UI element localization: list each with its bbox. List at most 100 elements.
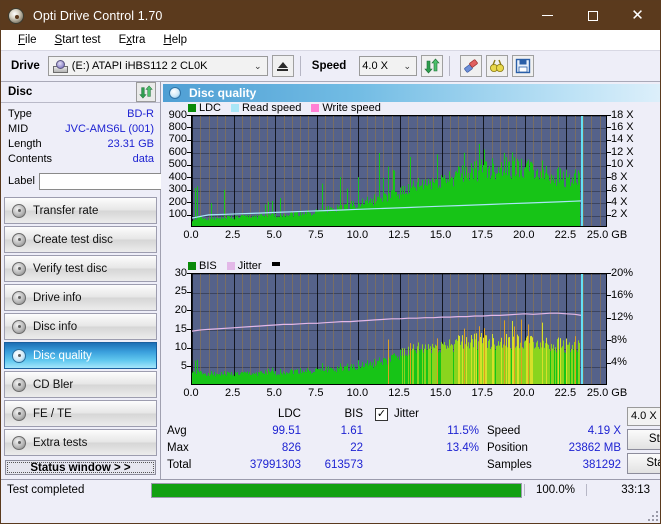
- y-tick-mark: [187, 151, 191, 153]
- disc-label-row: Label: [8, 171, 206, 191]
- disc-mid-label: MID: [8, 123, 29, 135]
- status-window-button[interactable]: Status window > >: [5, 460, 156, 475]
- y2-tick-label: 16 X: [611, 121, 634, 134]
- top-chart-legend: LDC Read speed Write speed: [161, 102, 660, 115]
- elapsed-time: 33:13: [586, 484, 660, 496]
- erase-button[interactable]: [460, 55, 483, 77]
- stats-table: LDC BIS Avg 99.51 1.61 Max 826 22 Total …: [167, 406, 367, 479]
- speed-select-value: 4.0 X: [362, 60, 388, 72]
- y2-tick-label: 12%: [611, 311, 634, 324]
- sidebar-item-extra-tests[interactable]: Extra tests: [4, 429, 157, 456]
- x-tick-label: 22.5: [554, 386, 577, 399]
- x-tick-label: 0.0: [183, 386, 199, 399]
- sidebar-item-verify-test-disc[interactable]: Verify test disc: [4, 255, 157, 282]
- series-layer: [192, 312, 582, 384]
- save-button[interactable]: [512, 55, 535, 77]
- disc-icon: [12, 348, 26, 363]
- legend-label: Jitter: [237, 260, 262, 273]
- disc-icon: [12, 290, 26, 305]
- sidebar-item-fe-te[interactable]: FE / TE: [4, 400, 157, 427]
- x-tick-label: 7.5: [308, 386, 324, 399]
- speed-row: Speed 4.19 X: [487, 406, 627, 440]
- speed-select[interactable]: 4.0 X ⌄: [359, 56, 418, 76]
- y2-tick-mark: [607, 294, 611, 296]
- legend-swatch: [311, 104, 320, 113]
- x-tick-label: 7.5: [308, 228, 324, 241]
- eject-button[interactable]: [271, 55, 294, 77]
- maximize-button[interactable]: [570, 1, 615, 30]
- disc-icon: [8, 7, 24, 24]
- series-layer: [192, 143, 582, 226]
- start-full-button[interactable]: Start full: [627, 428, 660, 450]
- menu-extra[interactable]: Extra: [110, 32, 155, 48]
- bottom-x-axis: 0.0 2.5 5.0 7.5 10.0 12.5 15.0 17.5 20.0 22.5 25.0…: [161, 387, 647, 402]
- sidebar-item-create-test-disc[interactable]: Create test disc: [4, 226, 157, 253]
- y2-tick-label: 6 X: [611, 183, 628, 196]
- refresh-icon: [139, 85, 153, 99]
- y2-tick-label: 8%: [611, 333, 627, 346]
- drive-icon: [52, 59, 68, 73]
- minimize-button[interactable]: [525, 1, 570, 30]
- sidebar-item-drive-info[interactable]: Drive info: [4, 284, 157, 311]
- toolbar-divider-1: [299, 56, 301, 76]
- y2-tick-label: 12 X: [611, 145, 634, 158]
- menu-start-test[interactable]: Start test: [46, 32, 110, 48]
- x-tick-label: 5.0: [266, 228, 282, 241]
- resize-grip[interactable]: [648, 511, 658, 521]
- start-part-button[interactable]: Start part: [627, 452, 660, 474]
- sidebar-item-transfer-rate[interactable]: Transfer rate: [4, 197, 157, 224]
- disc-section-header: Disc: [1, 82, 160, 103]
- x-tick-label: 12.5: [388, 228, 410, 241]
- legend-item-ldc: LDC: [188, 102, 221, 114]
- sidebar-item-disc-quality[interactable]: Disc quality: [4, 342, 157, 369]
- y-tick-label: 25: [174, 285, 187, 298]
- sidebar-item-disc-info[interactable]: Disc info: [4, 313, 157, 340]
- sidebar-item-label: Extra tests: [33, 436, 88, 449]
- y2-tick-mark: [607, 189, 611, 191]
- drive-label: Drive: [11, 60, 40, 72]
- y2-tick-mark: [607, 201, 611, 203]
- sidebar-item-label: Verify test disc: [33, 262, 108, 275]
- test-speed-value: 4.0 X: [631, 410, 657, 423]
- stats-header-bis: BIS: [344, 407, 363, 420]
- y-tick-mark: [187, 201, 191, 203]
- y-tick-mark: [187, 114, 191, 116]
- y-tick-mark: [187, 176, 191, 178]
- x-tick-label: 17.5: [471, 386, 493, 399]
- disc-icon: [12, 319, 26, 334]
- series-bis: [192, 319, 580, 384]
- y-tick-label: 700: [168, 133, 187, 146]
- x-tick-label: 17.5: [471, 228, 493, 241]
- close-button[interactable]: ✕: [615, 1, 660, 30]
- x-tick-label: 2.5: [224, 228, 241, 241]
- disc-section-title: Disc: [8, 86, 33, 98]
- jitter-checkbox[interactable]: ✓: [375, 407, 388, 421]
- status-bar: Test completed 100.0% 33:13: [1, 479, 660, 521]
- legend-swatch: [188, 104, 196, 113]
- sidebar-item-label: Disc quality: [33, 349, 92, 362]
- bottom-y-axis: 5 10 15 20 25 30: [161, 267, 187, 385]
- samples-row: Samples 381292: [487, 457, 627, 474]
- y2-tick-mark: [607, 272, 611, 274]
- disc-info-row: MID JVC-AMS6L (001): [8, 122, 154, 137]
- cursor-line: [581, 115, 583, 226]
- disc-icon: [12, 261, 26, 276]
- y-tick-mark: [187, 309, 191, 311]
- x-tick-label: 20.0: [513, 228, 535, 241]
- test-speed-select[interactable]: 4.0 X ⌄: [627, 406, 660, 426]
- sidebar-item-cd-bler[interactable]: CD Bler: [4, 371, 157, 398]
- save-disk-icon: [516, 58, 531, 74]
- menu-file[interactable]: File: [9, 32, 46, 48]
- y-tick-label: 200: [168, 195, 187, 208]
- disc-refresh-button[interactable]: [136, 82, 156, 102]
- progress-percent: 100.0%: [524, 484, 586, 496]
- window-controls: ✕: [525, 1, 660, 30]
- menu-bar: File Start test Extra Help: [1, 30, 660, 51]
- toolbar-divider-2: [449, 56, 451, 76]
- refresh-button[interactable]: [421, 55, 444, 77]
- menu-help[interactable]: Help: [154, 32, 196, 48]
- stats-label-avg: Avg: [167, 424, 187, 437]
- sidebar-item-label: CD Bler: [33, 378, 74, 391]
- tools-button[interactable]: [486, 55, 509, 77]
- drive-select[interactable]: (E:) ATAPI iHBS112 2 CL0K ⌄: [47, 56, 268, 76]
